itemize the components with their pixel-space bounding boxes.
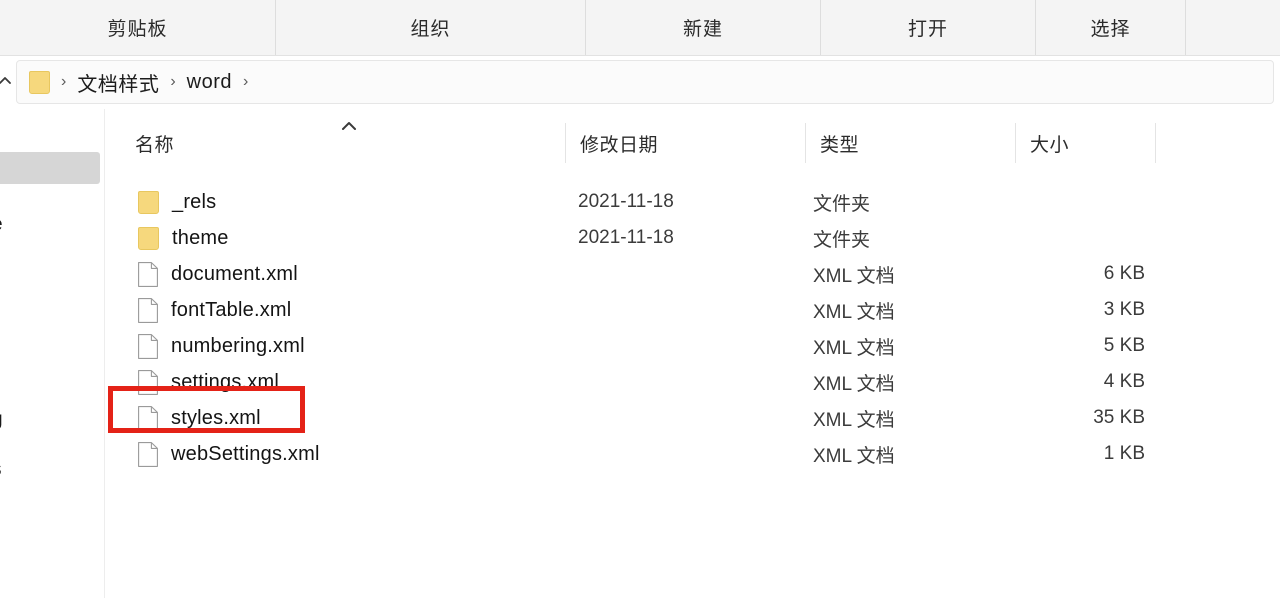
file-size-cell [935,184,1145,220]
file-name-label: styles.xml [171,406,261,429]
file-name-cell[interactable]: fontTable.xml [138,292,291,328]
file-name-cell[interactable]: settings.xml [138,364,279,400]
table-row[interactable]: document.xml XML 文档 6 KB [105,256,1280,292]
column-header-name[interactable]: 名称 [135,123,174,163]
ribbon-group-0[interactable]: 剪贴板 [0,0,275,55]
folder-icon [138,190,159,214]
file-type-cell: XML 文档 [813,445,895,467]
nav-selected-item[interactable] [0,152,100,184]
address-bar-row: › 文档样式 › word › [0,56,1280,109]
file-name-cell[interactable]: webSettings.xml [138,436,320,472]
column-header-divider [1155,123,1170,163]
nav-item-fragment[interactable]: s [0,459,8,481]
file-type-cell: XML 文档 [813,301,895,323]
column-header-row: 名称 修改日期 类型 大小 [105,109,1280,170]
file-explorer-window: 剪贴板组织新建打开选择 › 文档样式 › word › e g s [0,0,1280,598]
file-name-label: _rels [172,190,217,213]
column-header-size[interactable]: 大小 [1015,123,1069,163]
file-name-label: theme [172,226,229,249]
file-icon [138,441,158,467]
file-size-cell: 4 KB [1103,371,1145,392]
ribbon-group-1[interactable]: 组织 [275,0,585,55]
file-name-cell[interactable]: _rels [138,184,216,220]
file-name-cell[interactable]: document.xml [138,256,298,292]
ribbon-group-4[interactable]: 选择 [1035,0,1185,55]
column-header-type[interactable]: 类型 [805,123,859,163]
file-date-cell: 2021-11-18 [578,191,674,212]
file-size-cell: 1 KB [1103,443,1145,464]
table-row[interactable]: numbering.xml XML 文档 5 KB [105,328,1280,364]
table-row[interactable]: theme 2021-11-18 文件夹 [105,220,1280,256]
nav-item-fragment[interactable]: g [0,409,8,431]
file-name-cell[interactable]: numbering.xml [138,328,305,364]
table-row[interactable]: settings.xml XML 文档 4 KB [105,364,1280,400]
breadcrumb-separator-trailing[interactable]: › [243,73,248,91]
file-size-cell: 5 KB [1103,335,1145,356]
file-name-label: numbering.xml [171,334,305,357]
file-type-cell: XML 文档 [813,265,895,287]
file-icon [138,405,158,431]
file-size-cell: 35 KB [1093,407,1145,428]
file-size-cell [935,220,1145,256]
column-header-date-modified[interactable]: 修改日期 [565,123,658,163]
sort-ascending-icon[interactable] [339,119,359,136]
breadcrumb-separator: › [170,73,176,90]
file-type-cell: XML 文档 [813,337,895,359]
navigation-pane: e g s [0,109,105,598]
file-type-cell: 文件夹 [813,229,871,251]
nav-item-fragment[interactable]: e [0,214,8,236]
file-icon [138,369,158,395]
file-icon [138,261,158,287]
file-size-cell: 6 KB [1103,263,1145,284]
file-type-cell: XML 文档 [813,373,895,395]
ribbon-group-2[interactable]: 新建 [585,0,820,55]
ribbon-group-empty [1185,0,1280,55]
table-row[interactable]: _rels 2021-11-18 文件夹 [105,184,1280,220]
file-date-cell: 2021-11-18 [578,227,674,248]
address-breadcrumb-bar[interactable]: › 文档样式 › word › [16,60,1274,104]
file-name-cell[interactable]: styles.xml [138,400,261,436]
ribbon-group-strip: 剪贴板 组织 新建 打开 选择 [0,0,1280,56]
file-icon [138,333,158,359]
table-row[interactable]: webSettings.xml XML 文档 1 KB [105,436,1280,472]
file-name-label: fontTable.xml [171,298,292,321]
breadcrumb-separator: › [61,73,67,90]
file-name-label: document.xml [171,262,298,285]
chevron-up-icon[interactable] [0,72,14,90]
file-type-cell: XML 文档 [813,409,895,431]
file-name-cell[interactable]: theme [138,220,229,256]
ribbon-group-3[interactable]: 打开 [820,0,1035,55]
folder-icon [138,226,159,250]
file-list-area: 名称 修改日期 类型 大小 _rels 2021-11-18 文件夹 theme 202… [105,109,1280,598]
file-name-label: webSettings.xml [171,442,320,465]
file-rows-container: _rels 2021-11-18 文件夹 theme 2021-11-18 文件夹 docu… [105,170,1280,598]
table-row[interactable]: styles.xml XML 文档 35 KB [105,400,1280,436]
breadcrumb-item-documents-style[interactable]: 文档样式 [77,68,159,97]
file-size-cell: 3 KB [1103,299,1145,320]
folder-icon [29,70,50,94]
file-icon [138,297,158,323]
breadcrumb-item-word[interactable]: word [187,71,232,94]
table-row[interactable]: fontTable.xml XML 文档 3 KB [105,292,1280,328]
file-name-label: settings.xml [171,370,279,393]
file-type-cell: 文件夹 [813,193,871,215]
